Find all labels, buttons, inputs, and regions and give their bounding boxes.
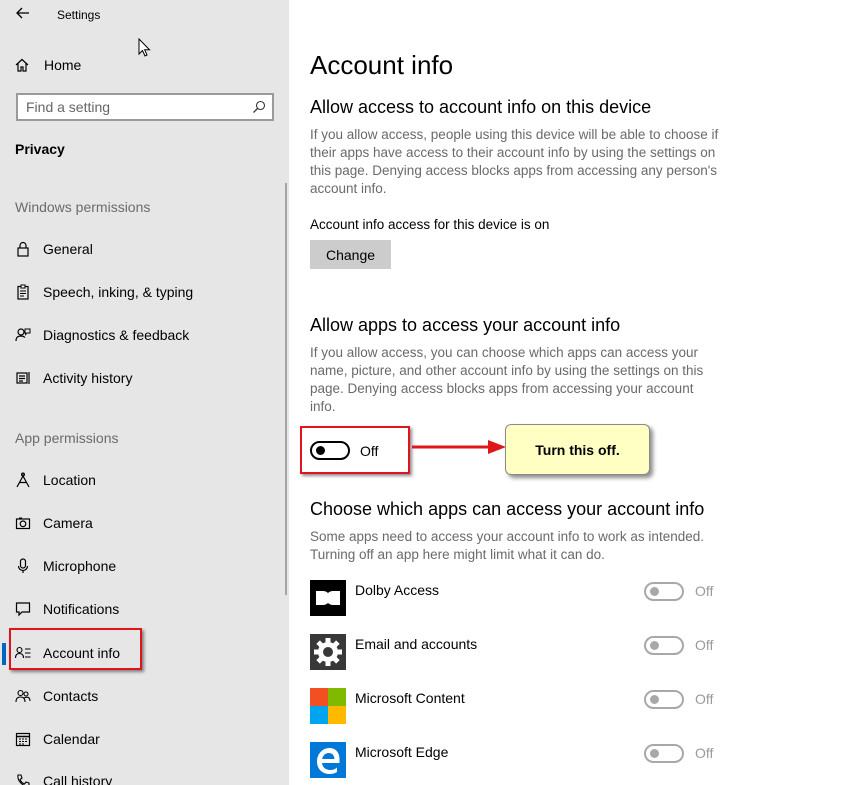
sidebar-item-contacts[interactable]: Contacts xyxy=(0,679,286,713)
section-title-privacy: Privacy xyxy=(15,141,65,157)
sidebar-item-general[interactable]: General xyxy=(0,232,286,266)
sidebar-item-label: Microphone xyxy=(43,558,117,574)
app-toggle-dolby-access[interactable] xyxy=(644,582,684,601)
app-toggle-label: Off xyxy=(695,691,714,707)
windows-permissions-header: Windows permissions xyxy=(15,199,151,215)
home-label: Home xyxy=(44,57,82,73)
sidebar-item-label: Location xyxy=(43,472,96,488)
sidebar-item-camera[interactable]: Camera xyxy=(0,506,286,540)
search-input[interactable] xyxy=(26,98,248,116)
choose-apps-heading: Choose which apps can access your accoun… xyxy=(310,499,705,519)
app-toggle-microsoft-edge[interactable] xyxy=(644,744,684,763)
calendar-icon xyxy=(15,732,31,747)
microsoft-logo-icon xyxy=(310,688,346,724)
active-indicator xyxy=(2,643,6,665)
app-name: Dolby Access xyxy=(355,582,440,598)
sidebar-item-label: Call history xyxy=(43,773,113,785)
search-icon[interactable] xyxy=(252,100,266,114)
app-name: Email and accounts xyxy=(355,636,478,652)
highlight-box-account-info xyxy=(9,628,142,670)
sidebar-scrollbar[interactable] xyxy=(285,183,287,595)
sidebar-item-label: Activity history xyxy=(43,370,133,386)
highlight-box-toggle xyxy=(300,426,410,474)
app-row-microsoft-content: Microsoft Content Off xyxy=(310,688,730,728)
gear-icon xyxy=(310,634,346,670)
callout-note: Turn this off. xyxy=(505,424,650,475)
microphone-icon xyxy=(17,558,29,573)
device-access-status: Account info access for this device is o… xyxy=(310,217,550,232)
search-box[interactable] xyxy=(16,93,274,121)
device-access-description: If you allow access, people using this d… xyxy=(310,127,719,196)
sidebar-item-calendar[interactable]: Calendar xyxy=(0,722,286,756)
toggle-knob xyxy=(650,749,659,758)
sidebar: Settings Home Privacy Windows permission… xyxy=(0,0,289,785)
history-icon xyxy=(16,372,30,384)
sidebar-item-microphone[interactable]: Microphone xyxy=(0,549,286,583)
app-toggle-label: Off xyxy=(695,583,714,599)
app-name: Microsoft Edge xyxy=(355,744,449,760)
sidebar-item-label: Diagnostics & feedback xyxy=(43,327,190,343)
location-icon xyxy=(16,472,30,488)
sidebar-item-label: Calendar xyxy=(43,731,100,747)
edge-icon xyxy=(310,742,346,778)
toggle-knob xyxy=(650,695,659,704)
feedback-icon xyxy=(15,328,31,342)
toggle-knob xyxy=(650,587,659,596)
app-toggle-label: Off xyxy=(695,637,714,653)
sidebar-item-diagnostics[interactable]: Diagnostics & feedback xyxy=(0,318,286,352)
app-row-email-and-accounts: Email and accounts Off xyxy=(310,634,730,674)
change-button[interactable]: Change xyxy=(310,240,391,269)
sidebar-item-activity-history[interactable]: Activity history xyxy=(0,361,286,395)
sidebar-item-label: Camera xyxy=(43,515,93,531)
app-toggle-email-and-accounts[interactable] xyxy=(644,636,684,655)
apps-access-heading: Allow apps to access your account info xyxy=(310,315,621,335)
sidebar-item-location[interactable]: Location xyxy=(0,463,286,497)
sidebar-item-label: Notifications xyxy=(43,601,120,617)
sidebar-item-call-history[interactable]: Call history xyxy=(0,764,286,785)
toggle-knob xyxy=(650,641,659,650)
home-icon xyxy=(15,58,29,72)
call-history-icon xyxy=(17,774,30,785)
back-arrow-icon[interactable] xyxy=(14,4,32,22)
contacts-icon xyxy=(15,689,31,703)
sidebar-item-label: Speech, inking, & typing xyxy=(43,284,194,300)
sidebar-item-label: General xyxy=(43,241,93,257)
app-toggle-microsoft-content[interactable] xyxy=(644,690,684,709)
lock-icon xyxy=(17,241,29,257)
camera-icon xyxy=(15,517,31,530)
sidebar-item-label: Contacts xyxy=(43,688,99,704)
app-toggle-label: Off xyxy=(695,745,714,761)
apps-access-description: If you allow access, you can choose whic… xyxy=(310,345,704,414)
home-nav-item[interactable]: Home xyxy=(0,50,289,80)
clipboard-icon xyxy=(17,284,29,300)
app-row-dolby-access: Dolby Access Off xyxy=(310,580,730,620)
title-bar: Settings xyxy=(0,0,289,30)
callout-arrow-icon xyxy=(412,440,506,454)
sidebar-item-speech[interactable]: Speech, inking, & typing xyxy=(0,275,286,309)
device-access-heading: Allow access to account info on this dev… xyxy=(310,97,652,117)
choose-apps-description: Some apps need to access your account in… xyxy=(310,529,704,562)
app-name: Microsoft Content xyxy=(355,690,465,706)
app-permissions-header: App permissions xyxy=(15,430,119,446)
main-content: Account info Allow access to account inf… xyxy=(289,0,861,785)
page-title: Account info xyxy=(310,50,454,80)
app-row-microsoft-edge: Microsoft Edge Off xyxy=(310,742,730,782)
notifications-icon xyxy=(15,602,31,617)
app-title: Settings xyxy=(57,8,101,22)
sidebar-item-notifications[interactable]: Notifications xyxy=(0,592,286,626)
dolby-icon xyxy=(310,580,346,616)
